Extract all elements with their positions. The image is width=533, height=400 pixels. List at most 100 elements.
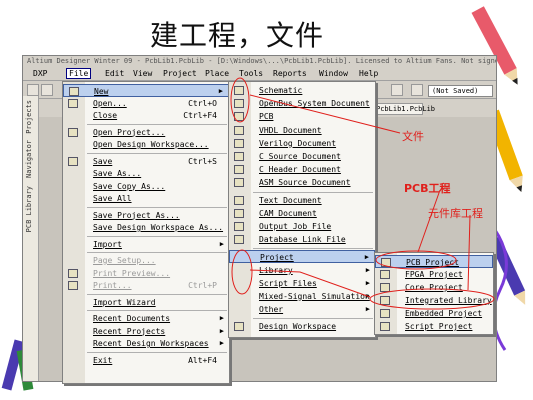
new-menu-item-library[interactable]: Library ▶: [229, 264, 375, 277]
file-menu-item-print[interactable]: Print... Ctrl+P: [63, 279, 229, 292]
new-menu-item-vhdl-document[interactable]: VHDL Document: [229, 124, 375, 137]
file-menu-item-save[interactable]: Save Ctrl+S: [63, 155, 229, 168]
new-menu-item-output-job-file[interactable]: Output Job File: [229, 220, 375, 233]
project-menu-item-integrated-library[interactable]: Integrated Library: [375, 294, 493, 307]
tab-navigator[interactable]: Navigator: [25, 140, 33, 178]
schematic-icon: [234, 86, 244, 95]
new-menu-item-cam-document[interactable]: CAM Document: [229, 207, 375, 220]
file-menu-item-recent-projects[interactable]: Recent Projects ▶: [63, 325, 229, 338]
file-menu-item-label: Open...: [93, 98, 127, 108]
file-menu-item-label: Import: [93, 239, 122, 249]
new-menu-item-asm-source-document[interactable]: ASM Source Document: [229, 176, 375, 189]
file-menu-item-import[interactable]: Import ▶: [63, 238, 229, 251]
menu-separator: [87, 351, 227, 353]
new-menu-item-label: Design Workspace: [259, 322, 337, 332]
menu-separator: [87, 206, 227, 208]
tab-pcb-library[interactable]: PCB Library: [25, 186, 33, 232]
grid-icon[interactable]: [391, 84, 403, 96]
file-menu-item-page-setup[interactable]: Page Setup...: [63, 254, 229, 267]
new-menu-item-c-source-document[interactable]: C Source Document: [229, 150, 375, 163]
menu-separator: [253, 191, 373, 193]
file-menu-item-save-project-as[interactable]: Save Project As...: [63, 209, 229, 222]
file-menu-item-label: Save Copy As...: [93, 181, 166, 191]
menu-separator: [87, 293, 227, 295]
new-menu-item-label: C Source Document: [259, 152, 341, 161]
file-menu-item-save-as[interactable]: Save As...: [63, 167, 229, 180]
pcb-project-icon: [381, 258, 391, 267]
menu-file[interactable]: File: [66, 68, 92, 79]
file-menu-item-recent-documents[interactable]: Recent Documents ▶: [63, 312, 229, 325]
file-menu-item-import-wizard[interactable]: Import Wizard: [63, 296, 229, 309]
file-menu-item-save-all[interactable]: Save All: [63, 192, 229, 205]
submenu-arrow-icon: ▶: [365, 305, 370, 314]
menu-tools[interactable]: Tools: [239, 69, 263, 78]
annotation-library-project: 元件库工程: [428, 207, 483, 220]
file-menu-item-open-design-workspace[interactable]: Open Design Workspace...: [63, 138, 229, 151]
file-menu-item-label: Save All: [93, 194, 132, 203]
open-icon[interactable]: [41, 84, 53, 96]
window-titlebar: Altium Designer Winter 09 - PcbLib1.PcbL…: [23, 56, 496, 67]
menu-edit[interactable]: Edit: [105, 69, 124, 78]
new-menu-item-other[interactable]: Other ▶: [229, 303, 375, 316]
submenu-arrow-icon: ▶: [365, 292, 370, 300]
new-menu-item-verilog-document[interactable]: Verilog Document: [229, 137, 375, 150]
menu-reports[interactable]: Reports: [273, 69, 307, 78]
fpga-project-icon: [380, 270, 390, 279]
new-menu-item-label: CAM Document: [259, 208, 317, 218]
file-menu-item-save-design-workspace-as[interactable]: Save Design Workspace As...: [63, 221, 229, 234]
doc-tab-pcblib[interactable]: PcbLib1.PcbLib: [373, 103, 435, 115]
project-menu-item-embedded-project[interactable]: Embedded Project: [375, 307, 493, 320]
menu-help[interactable]: Help: [359, 69, 378, 78]
new-menu-item-script-files[interactable]: Script Files ▶: [229, 277, 375, 290]
new-menu-item-design-workspace[interactable]: Design Workspace: [229, 320, 375, 333]
file-menu-item-label: Import Wizard: [93, 297, 156, 307]
project-menu-item-fpga-project[interactable]: FPGA Project: [375, 268, 493, 281]
vhdl-icon: [234, 125, 244, 135]
file-menu-item-label: Save Design Workspace As...: [93, 223, 224, 232]
new-menu-item-pcb[interactable]: PCB: [229, 110, 375, 123]
project-menu-item-core-project[interactable]: Core Project: [375, 281, 493, 294]
new-menu-item-label: Verilog Document: [259, 138, 337, 148]
new-menu-item-label: C Header Document: [259, 165, 341, 175]
tab-projects[interactable]: Projects: [25, 100, 33, 134]
new-menu-item-text-document[interactable]: Text Document: [229, 194, 375, 207]
new-menu-item-c-header-document[interactable]: C Header Document: [229, 163, 375, 176]
new-menu-item-database-link-file[interactable]: Database Link File: [229, 233, 375, 246]
slide-title: 建工程，文件: [150, 19, 325, 52]
new-menu-item-mixed-signal-simulation[interactable]: Mixed-Signal Simulation ▶: [229, 290, 375, 303]
new-menu-item-label: Project: [260, 253, 294, 263]
new-menu-item-project[interactable]: Project ▶: [229, 250, 375, 264]
file-menu-item-label: Recent Design Workspaces: [93, 339, 209, 348]
file-menu-item-open[interactable]: Open... Ctrl+O: [63, 97, 229, 110]
menu-window[interactable]: Window: [319, 69, 348, 78]
openbus-icon: [234, 99, 244, 109]
new-submenu: Schematic OpenBus System Document PCB VHDL …: [228, 81, 376, 338]
menu-view[interactable]: View: [133, 69, 152, 78]
file-menu-item-label: Open Design Workspace...: [93, 140, 209, 149]
new-menu-item-openbus-system-document[interactable]: OpenBus System Document: [229, 97, 375, 110]
file-menu-item-save-copy-as[interactable]: Save Copy As...: [63, 180, 229, 193]
file-menu-item-label: Close: [93, 111, 118, 120]
back-icon[interactable]: [411, 84, 423, 96]
shortcut-label: Ctrl+F4: [183, 111, 217, 120]
project-menu-item-label: Integrated Library: [405, 296, 492, 305]
submenu-arrow-icon: ▶: [364, 253, 369, 262]
file-menu-item-open-project[interactable]: Open Project...: [63, 126, 229, 139]
file-menu-item-close[interactable]: Close Ctrl+F4: [63, 109, 229, 122]
file-dropdown-menu: New ▶ Open... Ctrl+O Close Ctrl+F4 Open Projec…: [62, 81, 230, 384]
new-doc-icon[interactable]: [27, 84, 39, 96]
file-menu-item-recent-design-workspaces[interactable]: Recent Design Workspaces ▶: [63, 337, 229, 350]
menu-separator: [253, 318, 373, 320]
text-doc-icon: [234, 195, 244, 205]
new-menu-item-schematic[interactable]: Schematic: [229, 84, 375, 97]
project-menu-item-pcb-project[interactable]: PCB Project: [375, 255, 493, 268]
menu-project[interactable]: Project: [163, 69, 197, 78]
annotation-pcb-project: PCB工程: [404, 182, 451, 195]
file-menu-item-exit[interactable]: Exit Alt+F4: [63, 354, 229, 367]
menu-dxp[interactable]: DXP: [33, 69, 47, 78]
menu-place[interactable]: Place: [205, 69, 229, 78]
file-menu-item-print-preview[interactable]: Print Preview...: [63, 267, 229, 280]
project-menu-item-script-project[interactable]: Script Project: [375, 320, 493, 333]
script-project-icon: [380, 322, 390, 331]
file-menu-item-new[interactable]: New ▶: [63, 84, 229, 97]
